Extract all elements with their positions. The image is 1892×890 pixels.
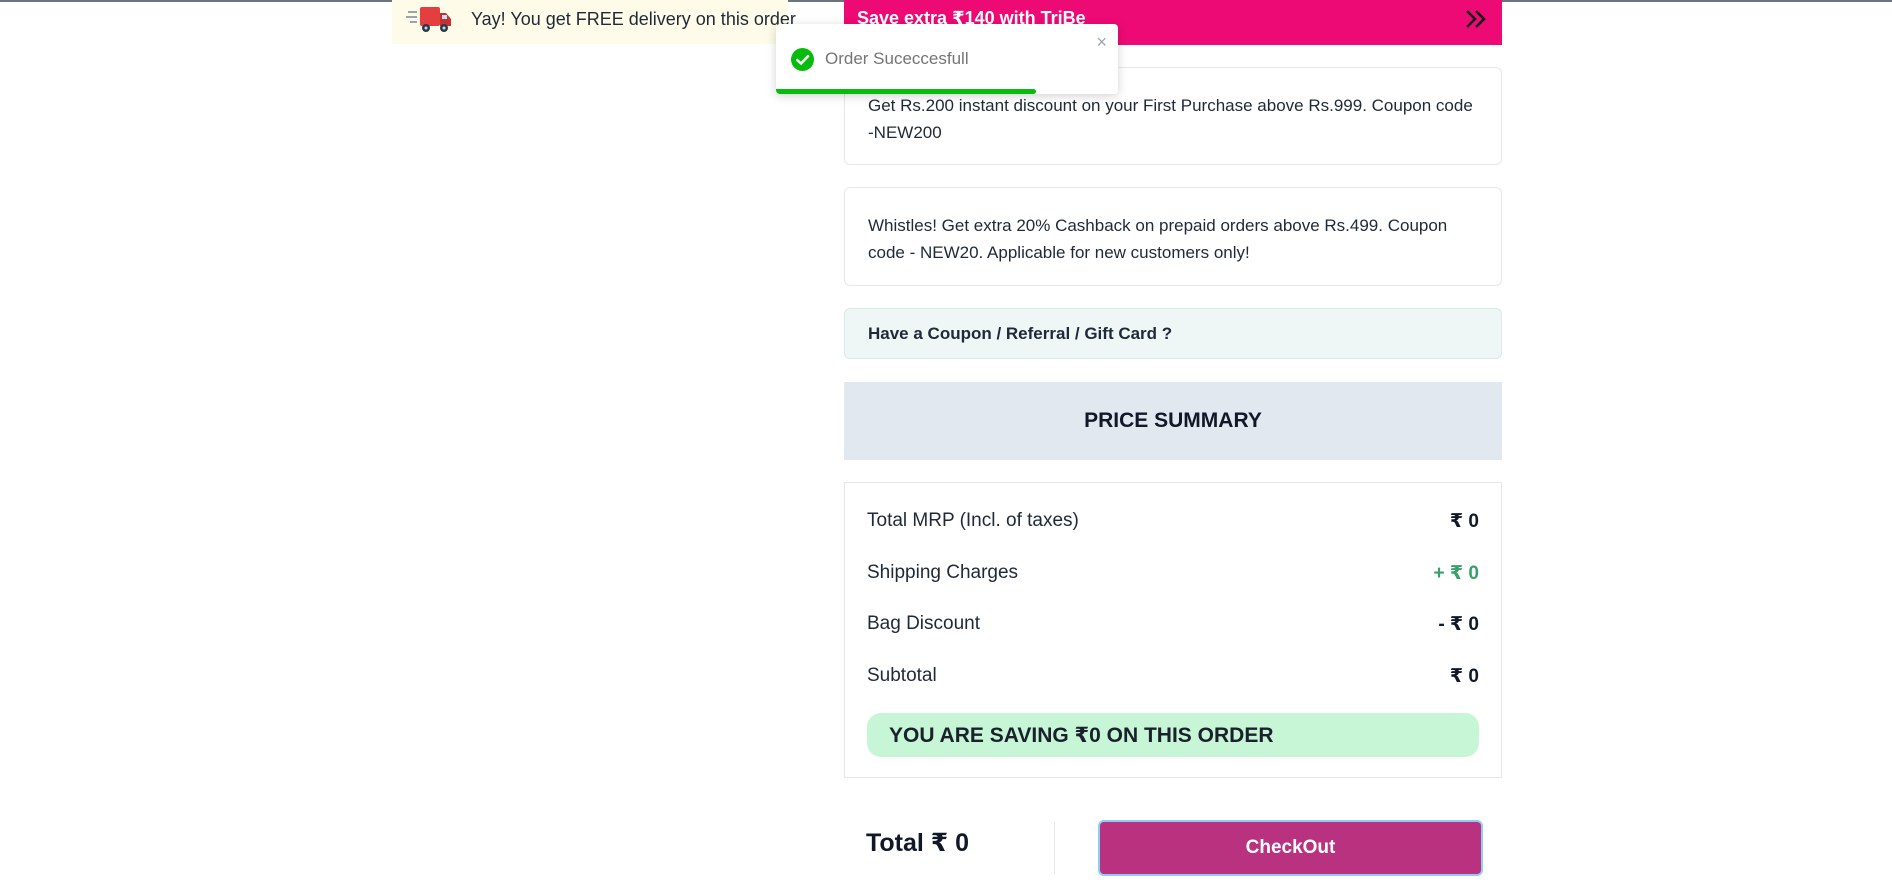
price-row-total-mrp: Total MRP (Incl. of taxes) ₹ 0: [867, 510, 1479, 533]
price-row-subtotal: Subtotal ₹ 0: [867, 665, 1479, 688]
offer-text: Get Rs.200 instant discount on your Firs…: [868, 96, 1473, 142]
delivery-truck-icon: [406, 7, 451, 32]
price-summary-box: Total MRP (Incl. of taxes) ₹ 0 Shipping …: [844, 482, 1502, 778]
check-circle-icon: [791, 48, 814, 71]
price-row-label: Shipping Charges: [867, 562, 1019, 583]
coupon-label: Have a Coupon / Referral / Gift Card ?: [868, 323, 1173, 343]
toast-progress-bar: [776, 89, 1036, 94]
price-row-label: Subtotal: [867, 665, 937, 686]
offer-card-cashback: Whistles! Get extra 20% Cashback on prep…: [844, 187, 1502, 286]
price-row-value: ₹ 0: [1449, 511, 1479, 532]
price-row-bag-discount: Bag Discount - ₹ 0: [867, 613, 1479, 636]
offer-text: Whistles! Get extra 20% Cashback on prep…: [868, 216, 1448, 262]
price-summary-title: PRICE SUMMARY: [1084, 409, 1262, 432]
footer-divider: [1054, 822, 1055, 874]
price-row-value: ₹ 0: [1449, 666, 1479, 687]
order-total: Total ₹ 0: [866, 829, 970, 857]
double-chevron-right-icon[interactable]: [1464, 8, 1488, 30]
price-row-value: + ₹ 0: [1433, 563, 1479, 584]
savings-badge: YOU ARE SAVING ₹0 ON THIS ORDER: [867, 713, 1479, 757]
order-success-toast: Order Suceccesfull ×: [776, 24, 1118, 94]
price-row-shipping: Shipping Charges + ₹ 0: [867, 562, 1479, 585]
free-delivery-banner: Yay! You get FREE delivery on this order: [392, 0, 796, 44]
toast-message: Order Suceccesfull: [825, 49, 969, 68]
toast-progress-track: [776, 89, 1118, 94]
close-icon[interactable]: ×: [1096, 33, 1107, 51]
price-row-label: Bag Discount: [867, 613, 981, 634]
price-summary-header: PRICE SUMMARY: [844, 382, 1502, 460]
coupon-referral-gift-card-toggle[interactable]: Have a Coupon / Referral / Gift Card ?: [844, 308, 1502, 359]
checkout-button[interactable]: CheckOut: [1098, 820, 1483, 876]
price-row-label: Total MRP (Incl. of taxes): [867, 510, 1079, 531]
free-delivery-text: Yay! You get FREE delivery on this order: [471, 9, 796, 29]
savings-text: YOU ARE SAVING ₹0 ON THIS ORDER: [889, 723, 1274, 747]
price-row-value: - ₹ 0: [1438, 614, 1479, 635]
